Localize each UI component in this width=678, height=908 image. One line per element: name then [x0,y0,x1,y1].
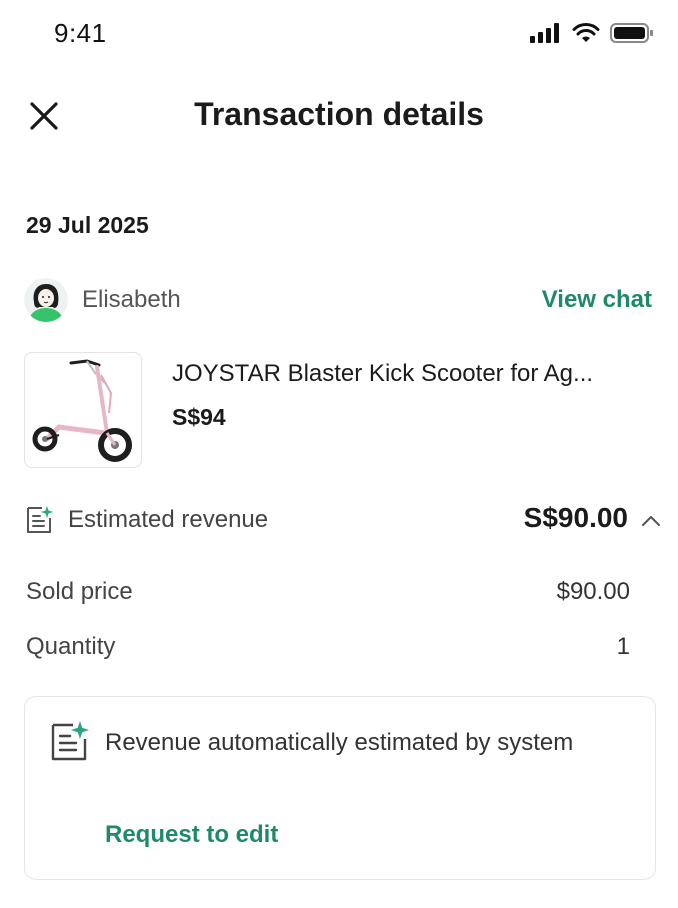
estimated-revenue-label: Estimated revenue [68,506,269,533]
product-thumbnail [24,352,142,468]
sold-price-value: $90.00 [556,578,630,605]
wifi-icon [572,23,600,42]
product-card[interactable]: JOYSTAR Blaster Kick Scooter for Ag... S… [24,352,654,470]
user-name: Elisabeth [82,286,181,313]
status-bar: 9:41 [0,0,678,70]
estimated-revenue-amount: S$90.00 [523,502,628,533]
avatar[interactable] [24,278,68,322]
status-time: 9:41 [54,18,107,48]
estimate-info-text: Revenue automatically estimated by syste… [105,729,574,756]
buyer-row: Elisabeth View chat [24,278,654,324]
quantity-row: Quantity 1 [26,633,630,669]
ai-receipt-icon [51,721,89,761]
page-title: Transaction details [194,96,484,132]
status-icons [530,22,654,44]
quantity-value: 1 [616,633,630,660]
request-to-edit-link[interactable]: Request to edit [105,821,278,849]
estimated-revenue-toggle[interactable]: Estimated revenue S$90.00 [24,500,664,542]
ai-receipt-icon [27,506,53,533]
top-nav: Transaction details [0,84,678,148]
view-chat-link[interactable]: View chat [542,286,652,314]
sold-price-row: Sold price $90.00 [26,578,630,614]
transaction-date: 29 Jul 2025 [26,212,149,238]
battery-icon [610,23,653,43]
product-price: S$94 [172,404,226,430]
sold-price-label: Sold price [26,578,133,605]
cellular-signal-icon [530,23,559,43]
chevron-up-icon [642,516,660,526]
kick-scooter-image [32,359,132,462]
quantity-label: Quantity [26,633,116,660]
product-title: JOYSTAR Blaster Kick Scooter for Ag... [172,360,594,387]
estimate-info-card: Revenue automatically estimated by syste… [24,696,656,880]
user-avatar-icon [24,278,68,322]
